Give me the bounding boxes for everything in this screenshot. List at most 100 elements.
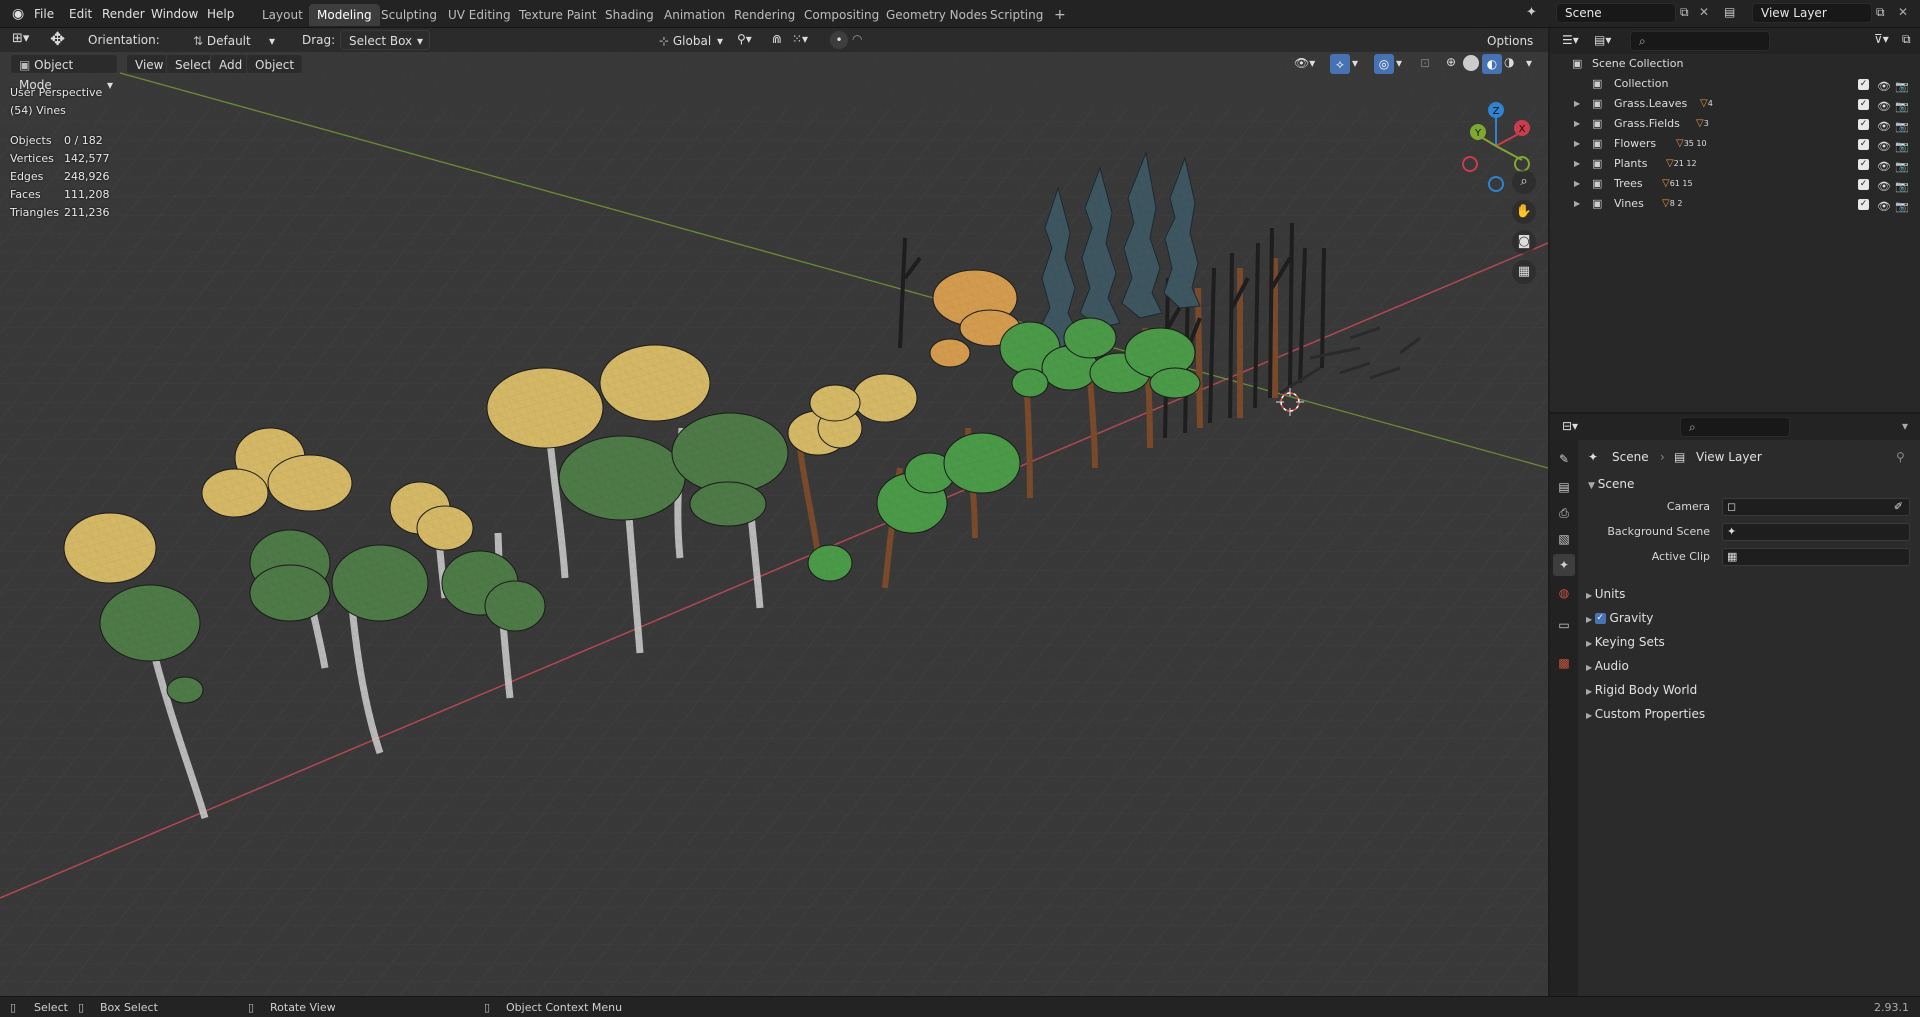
transform-space-dropdown[interactable]: ⊹ Global ▾ (650, 30, 728, 50)
wireframe-shading-icon[interactable]: ⊕ (1446, 55, 1456, 69)
expand-arrow-icon[interactable]: ▶ (1574, 134, 1580, 154)
units-panel[interactable]: ▶ Units (1586, 584, 1625, 604)
outliner-row-flowers[interactable]: ▶ ▣ Flowers ▽35 10 ✓ 👁 📷 (1550, 134, 1920, 154)
tab-sculpting[interactable]: Sculpting (373, 4, 445, 26)
rendered-shading-icon[interactable]: ◑ (1504, 55, 1514, 69)
camera-field[interactable]: ◻ ✐ (1722, 498, 1910, 516)
scene-icon: ✦ (1727, 525, 1737, 538)
transform-tool-icon[interactable]: ✥ (50, 29, 65, 50)
menu-edit[interactable]: Edit (63, 4, 98, 24)
remove-scene-icon[interactable]: ✕ (1699, 5, 1709, 19)
texture-tab-icon[interactable]: ▩ (1553, 652, 1575, 674)
pin-icon[interactable]: ⚲ (1896, 450, 1905, 464)
rigid-body-world-panel[interactable]: ▶ Rigid Body World (1586, 680, 1697, 700)
mesh-badge: ▽21 12 (1666, 158, 1697, 169)
orientation-dropdown[interactable]: ⇅ Default ▾ (184, 30, 282, 50)
view-layer-icon[interactable]: ▤ (1724, 5, 1735, 19)
tab-compositing[interactable]: Compositing (796, 4, 887, 26)
menu-render[interactable]: Render (96, 4, 151, 24)
tab-modeling[interactable]: Modeling (309, 4, 380, 26)
remove-view-layer-icon[interactable]: ✕ (1898, 5, 1908, 19)
scene-panel-header[interactable]: ▼ Scene (1588, 474, 1634, 494)
outliner-row-grass-fields[interactable]: ▶ ▣ Grass.Fields ▽3 ✓ 👁 📷 (1550, 114, 1920, 134)
orientation-label: Orientation: (88, 33, 160, 47)
visibility-icon[interactable]: 👁▾ (1294, 56, 1315, 70)
outliner-row-scene-collection[interactable]: ▣ Scene Collection (1550, 54, 1920, 74)
menu-file[interactable]: File (28, 4, 60, 24)
new-view-layer-icon[interactable]: ⧉ (1876, 5, 1885, 20)
filter-icon[interactable]: ⊽▾ (1874, 32, 1889, 46)
gizmo-toggle-icon[interactable]: ⟡ (1330, 54, 1350, 74)
collapse-icon[interactable]: ▾ (1902, 419, 1908, 433)
camera-icon[interactable]: 📷 (1895, 197, 1909, 217)
proportional-edit-icon[interactable]: • (830, 31, 848, 49)
outliner-row-vines[interactable]: ▶ ▣ Vines ▽8 2 ✓ 👁 📷 (1550, 194, 1920, 214)
view-layer-selector[interactable]: View Layer (1752, 3, 1872, 23)
xray-icon[interactable]: ⊡ (1420, 56, 1430, 70)
menu-window[interactable]: Window (145, 4, 204, 24)
solid-shading-icon[interactable] (1463, 55, 1479, 71)
tab-texture-paint[interactable]: Texture Paint (511, 4, 604, 26)
new-scene-icon[interactable]: ⧉ (1680, 5, 1689, 20)
menu-object[interactable]: Object (246, 54, 304, 74)
properties-editor-icon[interactable]: ⊟▾ (1562, 419, 1578, 433)
keying-sets-panel[interactable]: ▶ Keying Sets (1586, 632, 1665, 652)
outliner-row-plants[interactable]: ▶ ▣ Plants ▽21 12 ✓ 👁 📷 (1550, 154, 1920, 174)
tab-uv-editing[interactable]: UV Editing (440, 4, 519, 26)
gizmo-dropdown-icon[interactable]: ▾ (1352, 56, 1358, 70)
gravity-checkbox[interactable]: ✓ (1594, 613, 1606, 624)
falloff-icon[interactable]: ◠ (852, 32, 862, 46)
tab-layout[interactable]: Layout (254, 4, 311, 26)
expand-arrow-icon[interactable]: ▶ (1574, 174, 1580, 194)
scene-icon[interactable]: ✦ (1526, 5, 1537, 20)
outliner-search-input[interactable]: ⌕ (1630, 31, 1770, 51)
pivot-icon[interactable]: ⚲▾ (737, 32, 752, 46)
camera-view-icon[interactable]: ◙ (1512, 230, 1536, 254)
material-shading-icon[interactable]: ◐ (1482, 54, 1502, 74)
overlay-toggle-icon[interactable]: ◎ (1374, 54, 1394, 74)
drag-dropdown[interactable]: Select Box ▾ (340, 30, 430, 50)
new-collection-icon[interactable]: ⧉ (1902, 32, 1911, 47)
ortho-grid-icon[interactable]: ▦ (1512, 260, 1536, 284)
custom-properties-panel[interactable]: ▶ Custom Properties (1586, 704, 1705, 724)
tool-tab-icon[interactable]: ✎ (1553, 448, 1575, 470)
expand-arrow-icon[interactable]: ▶ (1574, 194, 1580, 214)
scene-selector[interactable]: Scene (1556, 3, 1676, 23)
properties-search-input[interactable]: ⌕ (1680, 417, 1790, 437)
object-mode-dropdown[interactable]: ▣ Object Mode ▾ (10, 54, 118, 92)
tab-scripting[interactable]: Scripting (982, 4, 1051, 26)
pan-hand-icon[interactable]: ✋ (1512, 200, 1536, 224)
outliner-editor-icon[interactable]: ☰▾ (1562, 33, 1579, 47)
options-dropdown[interactable]: Options ▾ (1478, 30, 1542, 68)
expand-arrow-icon[interactable]: ▶ (1574, 114, 1580, 134)
snap-target-icon[interactable]: ⁙▾ (792, 32, 808, 46)
overlay-dropdown-icon[interactable]: ▾ (1396, 56, 1402, 70)
tab-shading[interactable]: Shading (597, 4, 662, 26)
collection-tab-icon[interactable]: ▭ (1553, 614, 1575, 636)
active-clip-field[interactable]: ▦ (1722, 548, 1910, 566)
shading-dropdown-icon[interactable]: ▾ (1526, 56, 1532, 70)
add-workspace-icon[interactable]: + (1046, 4, 1074, 26)
gravity-panel[interactable]: ▶ ✓ Gravity (1586, 608, 1653, 628)
display-mode-icon[interactable]: ▤▾ (1594, 33, 1611, 47)
outliner-row-grass-leaves[interactable]: ▶ ▣ Grass.Leaves ▽4 ✓ 👁 📷 (1550, 94, 1920, 114)
snap-icon[interactable]: ⋒ (772, 32, 782, 46)
zoom-icon[interactable]: ⌕ (1512, 170, 1536, 194)
outliner-row-collection[interactable]: ▣ Collection ✓ 👁 📷 (1550, 74, 1920, 94)
eye-icon[interactable]: 👁 (1877, 197, 1891, 217)
exclude-checkbox[interactable]: ✓ (1858, 79, 1869, 90)
blender-logo-icon[interactable]: ◉ (6, 4, 30, 24)
expand-arrow-icon[interactable]: ▶ (1574, 94, 1580, 114)
background-scene-field[interactable]: ✦ (1722, 523, 1910, 541)
render-tab-icon[interactable]: ▤ (1553, 476, 1575, 498)
editor-type-icon[interactable]: ⊞▾ (12, 31, 29, 46)
world-tab-icon[interactable]: ◍ (1553, 582, 1575, 604)
audio-panel[interactable]: ▶ Audio (1586, 656, 1629, 676)
expand-arrow-icon[interactable]: ▶ (1574, 154, 1580, 174)
tab-geometry-nodes[interactable]: Geometry Nodes (878, 4, 995, 26)
outliner-row-trees[interactable]: ▶ ▣ Trees ▽61 15 ✓ 👁 📷 (1550, 174, 1920, 194)
3d-viewport[interactable]: User Perspective (54) Vines Objects 0 / 1… (0, 28, 1548, 996)
tab-animation[interactable]: Animation (656, 4, 733, 26)
tab-rendering[interactable]: Rendering (726, 4, 803, 26)
menu-help[interactable]: Help (201, 4, 240, 24)
